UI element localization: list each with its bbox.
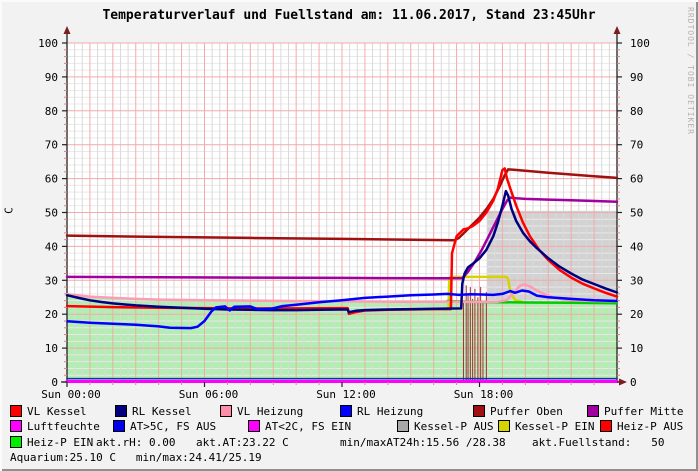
- legend-swatch: [113, 420, 125, 432]
- legend-swatch: [600, 420, 612, 432]
- legend-item-kessel-p-aus: Kessel-P AUS: [397, 420, 493, 433]
- y-tick-label-left: 80: [45, 105, 58, 118]
- legend-item-vl-kessel: VL Kessel: [10, 405, 87, 418]
- legend-stat-text: akt.AT:23.22 C: [196, 436, 289, 449]
- y-tick-label-left: 20: [45, 308, 58, 321]
- legend-item-heiz-p-ein: Heiz-P EIN: [10, 436, 93, 449]
- y-tick-label-right: 30: [630, 274, 643, 287]
- y-tick-label-left: 30: [45, 274, 58, 287]
- x-tick-label: Sun 18:00: [454, 388, 514, 401]
- y-tick-label-right: 20: [630, 308, 643, 321]
- legend-label: Heiz-P EIN: [27, 436, 93, 449]
- legend-label: VL Heizung: [237, 405, 303, 418]
- y-tick-label-right: 60: [630, 173, 643, 186]
- legend-item-puffer-oben: Puffer Oben: [473, 405, 563, 418]
- y-tick-label-right: 80: [630, 105, 643, 118]
- y-tick-label-left: 40: [45, 240, 58, 253]
- y-tick-label-right: 90: [630, 71, 643, 84]
- legend-item-rl-heizung: RL Heizung: [340, 405, 423, 418]
- y-tick-label-right: 40: [630, 240, 643, 253]
- legend-swatch: [587, 405, 599, 417]
- legend-swatch: [248, 420, 260, 432]
- legend-label: akt.AT:23.22 C: [196, 436, 289, 449]
- y-tick-label-left: 10: [45, 342, 58, 355]
- y-tick-label-left: 100: [38, 37, 58, 50]
- legend-item-heiz-p-aus: Heiz-P AUS: [600, 420, 683, 433]
- legend-swatch: [397, 420, 409, 432]
- legend-stat-text: akt.Fuellstand: 50: [532, 436, 664, 449]
- legend-stat-text: akt.rH: 0.00: [96, 436, 175, 449]
- legend-label: RL Heizung: [357, 405, 423, 418]
- temperature-chart: 0010102020303040405050606070708080909010…: [0, 0, 698, 402]
- legend-item-at-2c-fs-ein: AT<2C, FS EIN: [248, 420, 351, 433]
- legend-stat-text: min/maxAT24h:15.56 /28.38: [340, 436, 506, 449]
- legend-label: Aquarium:25.10 C min/max:24.41/25.19: [10, 451, 262, 464]
- legend-label: Kessel-P EIN: [515, 420, 594, 433]
- legend-item-kessel-p-ein: Kessel-P EIN: [498, 420, 594, 433]
- y-tick-label-left: 70: [45, 139, 58, 152]
- legend-label: Kessel-P AUS: [414, 420, 493, 433]
- y-tick-label-left: 50: [45, 207, 58, 220]
- legend-swatch: [10, 420, 22, 432]
- x-tick-label: Sun 12:00: [316, 388, 376, 401]
- legend-swatch: [498, 420, 510, 432]
- y-tick-label-right: 50: [630, 207, 643, 220]
- legend-label: VL Kessel: [27, 405, 87, 418]
- x-tick-label: Sun 06:00: [179, 388, 239, 401]
- legend-label: min/maxAT24h:15.56 /28.38: [340, 436, 506, 449]
- y-tick-label-right: 0: [630, 376, 637, 389]
- legend-label: RL Kessel: [132, 405, 192, 418]
- legend-item-puffer-mitte: Puffer Mitte: [587, 405, 683, 418]
- rrdtool-graph-image: Temperaturverlauf und Fuellstand am: 11.…: [0, 0, 698, 471]
- legend-swatch: [473, 405, 485, 417]
- y-tick-label-right: 100: [630, 37, 650, 50]
- y-tick-label-right: 10: [630, 342, 643, 355]
- kessel-p-aus-area: [487, 211, 617, 302]
- legend-swatch: [10, 436, 22, 448]
- legend-item-vl-heizung: VL Heizung: [220, 405, 303, 418]
- legend-item-rl-kessel: RL Kessel: [115, 405, 192, 418]
- legend-label: Puffer Oben: [490, 405, 563, 418]
- legend-item-luftfeuchte: Luftfeuchte: [10, 420, 100, 433]
- y-tick-label-right: 70: [630, 139, 643, 152]
- legend-swatch: [115, 405, 127, 417]
- legend-label: Heiz-P AUS: [617, 420, 683, 433]
- legend-label: AT>5C, FS AUS: [130, 420, 216, 433]
- legend-label: Puffer Mitte: [604, 405, 683, 418]
- legend-label: akt.rH: 0.00: [96, 436, 175, 449]
- x-tick-label: Sun 00:00: [41, 388, 101, 401]
- legend-label: AT<2C, FS EIN: [265, 420, 351, 433]
- legend-label: Luftfeuchte: [27, 420, 100, 433]
- legend-swatch: [340, 405, 352, 417]
- legend-item-at-5c-fs-aus: AT>5C, FS AUS: [113, 420, 216, 433]
- y-tick-label-left: 90: [45, 71, 58, 84]
- legend-stat-text: Aquarium:25.10 C min/max:24.41/25.19: [10, 451, 262, 464]
- legend-label: akt.Fuellstand: 50: [532, 436, 664, 449]
- y-tick-label-left: 60: [45, 173, 58, 186]
- legend-swatch: [220, 405, 232, 417]
- legend-swatch: [10, 405, 22, 417]
